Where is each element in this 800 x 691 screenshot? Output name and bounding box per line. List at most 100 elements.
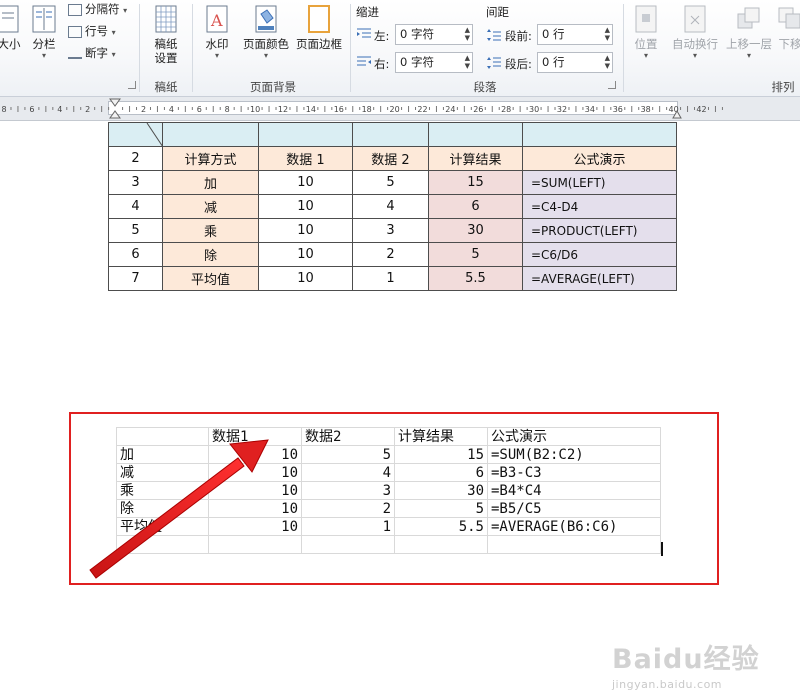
send-backward-icon bbox=[777, 4, 800, 34]
spinner-icon[interactable]: ▲▼ bbox=[605, 26, 610, 42]
separator bbox=[139, 4, 140, 92]
size-button[interactable]: 大小 bbox=[0, 4, 24, 51]
indent-right-icon bbox=[357, 56, 371, 68]
bring-forward-icon bbox=[736, 4, 762, 34]
breaks-label: 分隔符 bbox=[85, 2, 120, 16]
ribbon: 大小 分栏 ▾ 分隔符 ▾ 行号 ▾ 断字 ▾ 稿纸 设置 稿纸 A 水印 ▾ … bbox=[0, 0, 800, 97]
spacing-after-value: 0 行 bbox=[542, 55, 564, 69]
position-button[interactable]: 位置 ▾ bbox=[628, 4, 664, 61]
indent-right-value: 0 字符 bbox=[400, 55, 434, 69]
page-border-label: 页面边框 bbox=[296, 37, 342, 51]
ruler-tick-label: 6 bbox=[29, 105, 34, 114]
size-icon bbox=[0, 4, 22, 34]
ruler-tick-label: 8 bbox=[225, 105, 230, 114]
paragraph-group-label: 段落 bbox=[352, 79, 618, 95]
bring-forward-button[interactable]: 上移一层 ▾ bbox=[724, 4, 774, 61]
page-border-button[interactable]: 页面边框 bbox=[292, 4, 346, 51]
watermark-button[interactable]: A 水印 ▾ bbox=[200, 4, 234, 61]
chevron-down-icon: ▾ bbox=[123, 6, 127, 15]
spacing-before-icon bbox=[487, 28, 501, 42]
indent-right-field[interactable]: 0 字符 ▲▼ bbox=[395, 52, 473, 73]
spacing-after-icon bbox=[487, 56, 501, 70]
indent-right-label: 右: bbox=[374, 56, 389, 72]
watermark-url: jingyan.baidu.com bbox=[612, 678, 760, 691]
arrange-group-label: 排列 bbox=[766, 79, 800, 95]
spacing-after-field[interactable]: 0 行 ▲▼ bbox=[537, 52, 613, 73]
ruler-tick-label: 10 bbox=[250, 105, 260, 114]
spinner-icon[interactable]: ▲▼ bbox=[465, 54, 470, 70]
chevron-down-icon: ▾ bbox=[112, 50, 116, 59]
ruler-tick-label: 32 bbox=[557, 105, 567, 114]
indent-left-label: 左: bbox=[374, 28, 389, 44]
indent-heading: 缩进 bbox=[356, 4, 379, 20]
send-backward-label: 下移 bbox=[779, 37, 800, 51]
page-color-button[interactable]: 页面颜色 ▾ bbox=[240, 4, 292, 61]
ruler-tick-label: 26 bbox=[473, 105, 483, 114]
separator bbox=[350, 4, 351, 92]
manuscript-label-line1: 稿纸 bbox=[146, 37, 186, 51]
svg-text:A: A bbox=[210, 11, 223, 30]
columns-label: 分栏 bbox=[33, 37, 56, 51]
paragraph-launcher-icon[interactable] bbox=[608, 81, 616, 89]
ruler-tick-label: 6 bbox=[197, 105, 202, 114]
watermark-label: 水印 bbox=[206, 37, 229, 51]
ruler-tick-label: 12 bbox=[278, 105, 288, 114]
ruler-tick-label: 20 bbox=[390, 105, 400, 114]
spacing-before-field[interactable]: 0 行 ▲▼ bbox=[537, 24, 613, 45]
wrap-text-button[interactable]: 自动换行 ▾ bbox=[668, 4, 722, 61]
hyphenation-button[interactable]: 断字 ▾ bbox=[68, 46, 116, 62]
columns-button[interactable]: 分栏 ▾ bbox=[28, 4, 60, 61]
indent-left-value: 0 字符 bbox=[400, 27, 434, 41]
manuscript-settings-button[interactable]: 稿纸 设置 bbox=[146, 4, 186, 65]
page-border-icon bbox=[306, 4, 332, 34]
columns-icon bbox=[31, 4, 57, 34]
line-numbers-icon bbox=[68, 26, 82, 38]
separator bbox=[192, 4, 193, 92]
wrap-text-icon bbox=[682, 4, 708, 34]
separator bbox=[623, 4, 624, 92]
spacing-after-label: 段后: bbox=[505, 56, 532, 72]
spacing-before-label: 段前: bbox=[505, 28, 532, 44]
page-setup-launcher-icon[interactable] bbox=[128, 81, 136, 89]
document-page[interactable]: 2计算方式数据 1数据 2计算结果公式演示3加10515=SUM(LEFT)4减… bbox=[0, 122, 800, 600]
send-backward-button[interactable]: 下移 bbox=[776, 4, 800, 51]
ruler-tick-label: 22 bbox=[417, 105, 427, 114]
breaks-icon bbox=[68, 4, 82, 16]
ruler-ticks: 8642246810121416182022242628303234363840… bbox=[0, 97, 800, 121]
ruler-tick-label: 8 bbox=[1, 105, 6, 114]
ruler-tick-label: 16 bbox=[334, 105, 344, 114]
breaks-button[interactable]: 分隔符 ▾ bbox=[68, 2, 127, 18]
ruler-tick-label: 2 bbox=[85, 105, 90, 114]
line-numbers-label: 行号 bbox=[85, 24, 108, 38]
arrow-shaft bbox=[90, 458, 244, 578]
chevron-down-icon: ▾ bbox=[668, 51, 722, 61]
chevron-down-icon: ▾ bbox=[628, 51, 664, 61]
ruler-tick-label: 42 bbox=[696, 105, 706, 114]
ruler-tick-label: 4 bbox=[57, 105, 62, 114]
page-color-label: 页面颜色 bbox=[243, 37, 289, 51]
indent-left-field[interactable]: 0 字符 ▲▼ bbox=[395, 24, 473, 45]
ruler-tick-label: 38 bbox=[641, 105, 651, 114]
ruler-tick-label: 36 bbox=[613, 105, 623, 114]
ruler-tick-label: 14 bbox=[306, 105, 316, 114]
spinner-icon[interactable]: ▲▼ bbox=[605, 54, 610, 70]
indent-marker bbox=[110, 99, 120, 118]
ruler-tick-label: 28 bbox=[501, 105, 511, 114]
ruler-tick-label: 18 bbox=[362, 105, 372, 114]
indent-left-icon bbox=[357, 28, 371, 40]
hyphenation-label: 断字 bbox=[85, 46, 108, 60]
spacing-heading: 间距 bbox=[486, 4, 509, 20]
chevron-down-icon: ▾ bbox=[28, 51, 60, 61]
bring-forward-label: 上移一层 bbox=[726, 37, 772, 51]
manuscript-label-line2: 设置 bbox=[146, 51, 186, 65]
ruler-tick-label: 4 bbox=[169, 105, 174, 114]
manuscript-icon bbox=[153, 4, 179, 34]
ruler-tick-label: 24 bbox=[445, 105, 455, 114]
line-numbers-button[interactable]: 行号 ▾ bbox=[68, 24, 116, 40]
chevron-down-icon: ▾ bbox=[724, 51, 774, 61]
ruler-tick-label: 30 bbox=[529, 105, 539, 114]
annotation-arrow bbox=[0, 122, 800, 600]
spinner-icon[interactable]: ▲▼ bbox=[465, 26, 470, 42]
position-label: 位置 bbox=[635, 37, 658, 51]
hyphenation-icon bbox=[68, 49, 82, 59]
